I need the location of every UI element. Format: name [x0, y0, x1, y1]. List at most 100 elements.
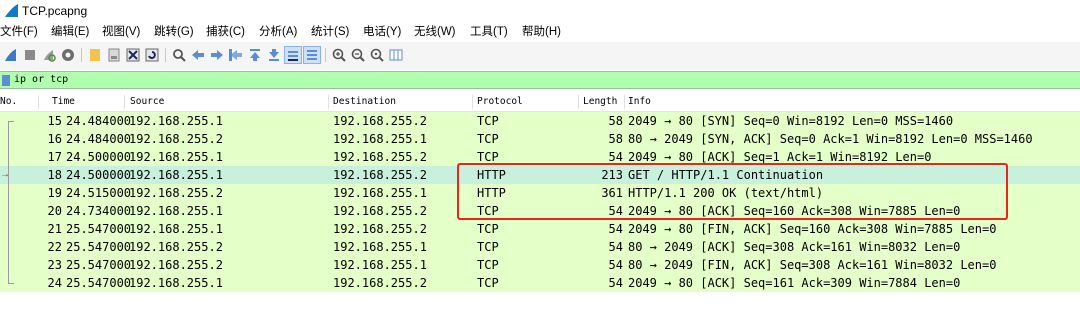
- cell-length: 213: [601, 168, 623, 182]
- column-separator[interactable]: [124, 95, 125, 109]
- menu-help[interactable]: 帮助(H): [522, 25, 561, 40]
- cell-info: 2049 → 80 [ACK] Seq=160 Ack=308 Win=7885…: [628, 204, 961, 218]
- cell-length: 54: [608, 276, 623, 290]
- menu-file[interactable]: 文件(F): [0, 25, 38, 40]
- cell-source: 192.168.255.2: [129, 132, 223, 146]
- column-header-time[interactable]: Time: [52, 95, 75, 109]
- zoom-normal-icon[interactable]: [369, 47, 385, 63]
- column-header-source[interactable]: Source: [130, 95, 164, 109]
- cell-source: 192.168.255.1: [129, 150, 223, 164]
- cell-source: 192.168.255.1: [129, 168, 223, 182]
- go-last-icon[interactable]: [266, 47, 282, 63]
- column-separator[interactable]: [328, 95, 329, 109]
- cell-length: 58: [608, 114, 623, 128]
- cell-time: 24.500000: [66, 168, 132, 182]
- cell-length: 361: [601, 186, 623, 200]
- conversation-tree-end: [8, 283, 14, 284]
- cell-source: 192.168.255.1: [129, 204, 223, 218]
- zoom-in-icon[interactable]: [331, 47, 347, 63]
- stop-capture-icon[interactable]: [22, 47, 38, 63]
- resize-columns-icon[interactable]: [388, 47, 404, 63]
- column-header-protocol[interactable]: Protocol: [477, 95, 523, 109]
- display-filter-input[interactable]: ip or tcp: [14, 72, 68, 88]
- column-header-info[interactable]: Info: [628, 95, 651, 109]
- menu-telephony[interactable]: 电话(Y): [363, 25, 401, 40]
- cell-no: 19: [47, 186, 62, 200]
- toolbar-separator: [165, 48, 166, 62]
- column-separator[interactable]: [38, 95, 39, 109]
- column-separator[interactable]: [578, 95, 579, 109]
- menu-statistics[interactable]: 统计(S): [311, 25, 349, 40]
- go-to-packet-icon[interactable]: [228, 47, 244, 63]
- cell-source: 192.168.255.1: [129, 276, 223, 290]
- menu-bar: 文件(F) 编辑(E) 视图(V) 跳转(G) 捕获(C) 分析(A) 统计(S…: [0, 22, 1080, 42]
- cell-protocol: TCP: [477, 114, 499, 128]
- menu-analyze[interactable]: 分析(A): [259, 25, 297, 40]
- cell-info: 80 → 2049 [ACK] Seq=308 Ack=161 Win=8032…: [628, 240, 961, 254]
- cell-time: 25.547000: [66, 276, 132, 290]
- start-capture-icon[interactable]: [3, 47, 19, 63]
- packet-row[interactable]: 16 24.484000 192.168.255.2 192.168.255.1…: [0, 130, 1080, 148]
- packet-row[interactable]: 21 25.547000 192.168.255.1 192.168.255.2…: [0, 220, 1080, 238]
- cell-protocol: TCP: [477, 132, 499, 146]
- autoscroll-icon[interactable]: [284, 46, 302, 64]
- column-header-length[interactable]: Length: [583, 95, 617, 109]
- cell-destination: 192.168.255.2: [333, 150, 427, 164]
- cell-protocol: TCP: [477, 240, 499, 254]
- packet-row[interactable]: 24 25.547000 192.168.255.1 192.168.255.2…: [0, 274, 1080, 292]
- zoom-out-icon[interactable]: [350, 47, 366, 63]
- packet-row[interactable]: 20 24.734000 192.168.255.1 192.168.255.2…: [0, 202, 1080, 220]
- title-bar: TCP.pcapng: [0, 0, 1080, 22]
- cell-info: 80 → 2049 [SYN, ACK] Seq=0 Ack=1 Win=819…: [628, 132, 1033, 146]
- column-header-destination[interactable]: Destination: [333, 95, 396, 109]
- display-filter-bar[interactable]: ip or tcp: [0, 71, 1080, 89]
- cell-destination: 192.168.255.1: [333, 258, 427, 272]
- colorize-icon[interactable]: [303, 46, 321, 64]
- column-separator[interactable]: [624, 95, 625, 109]
- packet-row[interactable]: 15 24.484000 192.168.255.1 192.168.255.2…: [0, 112, 1080, 130]
- go-back-icon[interactable]: [190, 47, 206, 63]
- conversation-tree-line: [8, 121, 9, 283]
- find-packet-icon[interactable]: [171, 47, 187, 63]
- cell-length: 54: [608, 240, 623, 254]
- packet-row-selected[interactable]: → 18 24.500000 192.168.255.1 192.168.255…: [0, 166, 1080, 184]
- save-file-icon[interactable]: [106, 47, 122, 63]
- go-forward-icon[interactable]: [209, 47, 225, 63]
- cell-info: 2049 → 80 [FIN, ACK] Seq=160 Ack=308 Win…: [628, 222, 997, 236]
- packet-row[interactable]: 22 25.547000 192.168.255.2 192.168.255.1…: [0, 238, 1080, 256]
- column-header-no[interactable]: No.: [0, 95, 17, 109]
- cell-info: 80 → 2049 [FIN, ACK] Seq=308 Ack=161 Win…: [628, 258, 997, 272]
- toolbar-separator: [325, 48, 326, 62]
- cell-time: 24.515000: [66, 186, 132, 200]
- cell-destination: 192.168.255.2: [333, 222, 427, 236]
- capture-options-icon[interactable]: [60, 47, 76, 63]
- packet-row[interactable]: 17 24.500000 192.168.255.1 192.168.255.2…: [0, 148, 1080, 166]
- filter-bookmark-icon[interactable]: [2, 75, 10, 86]
- go-first-icon[interactable]: [247, 47, 263, 63]
- packet-row[interactable]: 19 24.515000 192.168.255.2 192.168.255.1…: [0, 184, 1080, 202]
- toolbar-separator: [81, 48, 82, 62]
- cell-length: 54: [608, 222, 623, 236]
- reload-file-icon[interactable]: [144, 47, 160, 63]
- close-file-icon[interactable]: [125, 47, 141, 63]
- restart-capture-icon[interactable]: [41, 47, 57, 63]
- column-separator[interactable]: [472, 95, 473, 109]
- menu-edit[interactable]: 编辑(E): [51, 25, 89, 40]
- menu-view[interactable]: 视图(V): [102, 25, 140, 40]
- cell-destination: 192.168.255.1: [333, 240, 427, 254]
- cell-no: 17: [47, 150, 62, 164]
- cell-protocol: TCP: [477, 276, 499, 290]
- packet-row[interactable]: 23 25.547000 192.168.255.2 192.168.255.1…: [0, 256, 1080, 274]
- menu-tools[interactable]: 工具(T): [470, 25, 508, 40]
- cell-protocol: HTTP: [477, 168, 506, 182]
- cell-protocol: TCP: [477, 222, 499, 236]
- menu-wireless[interactable]: 无线(W): [414, 25, 456, 40]
- cell-length: 54: [608, 204, 623, 218]
- cell-info: HTTP/1.1 200 OK (text/html): [628, 186, 824, 200]
- cell-source: 192.168.255.1: [129, 222, 223, 236]
- menu-capture[interactable]: 捕获(C): [206, 25, 245, 40]
- cell-source: 192.168.255.2: [129, 258, 223, 272]
- open-file-icon[interactable]: [87, 47, 103, 63]
- menu-go[interactable]: 跳转(G): [154, 25, 194, 40]
- main-toolbar: [0, 42, 1080, 70]
